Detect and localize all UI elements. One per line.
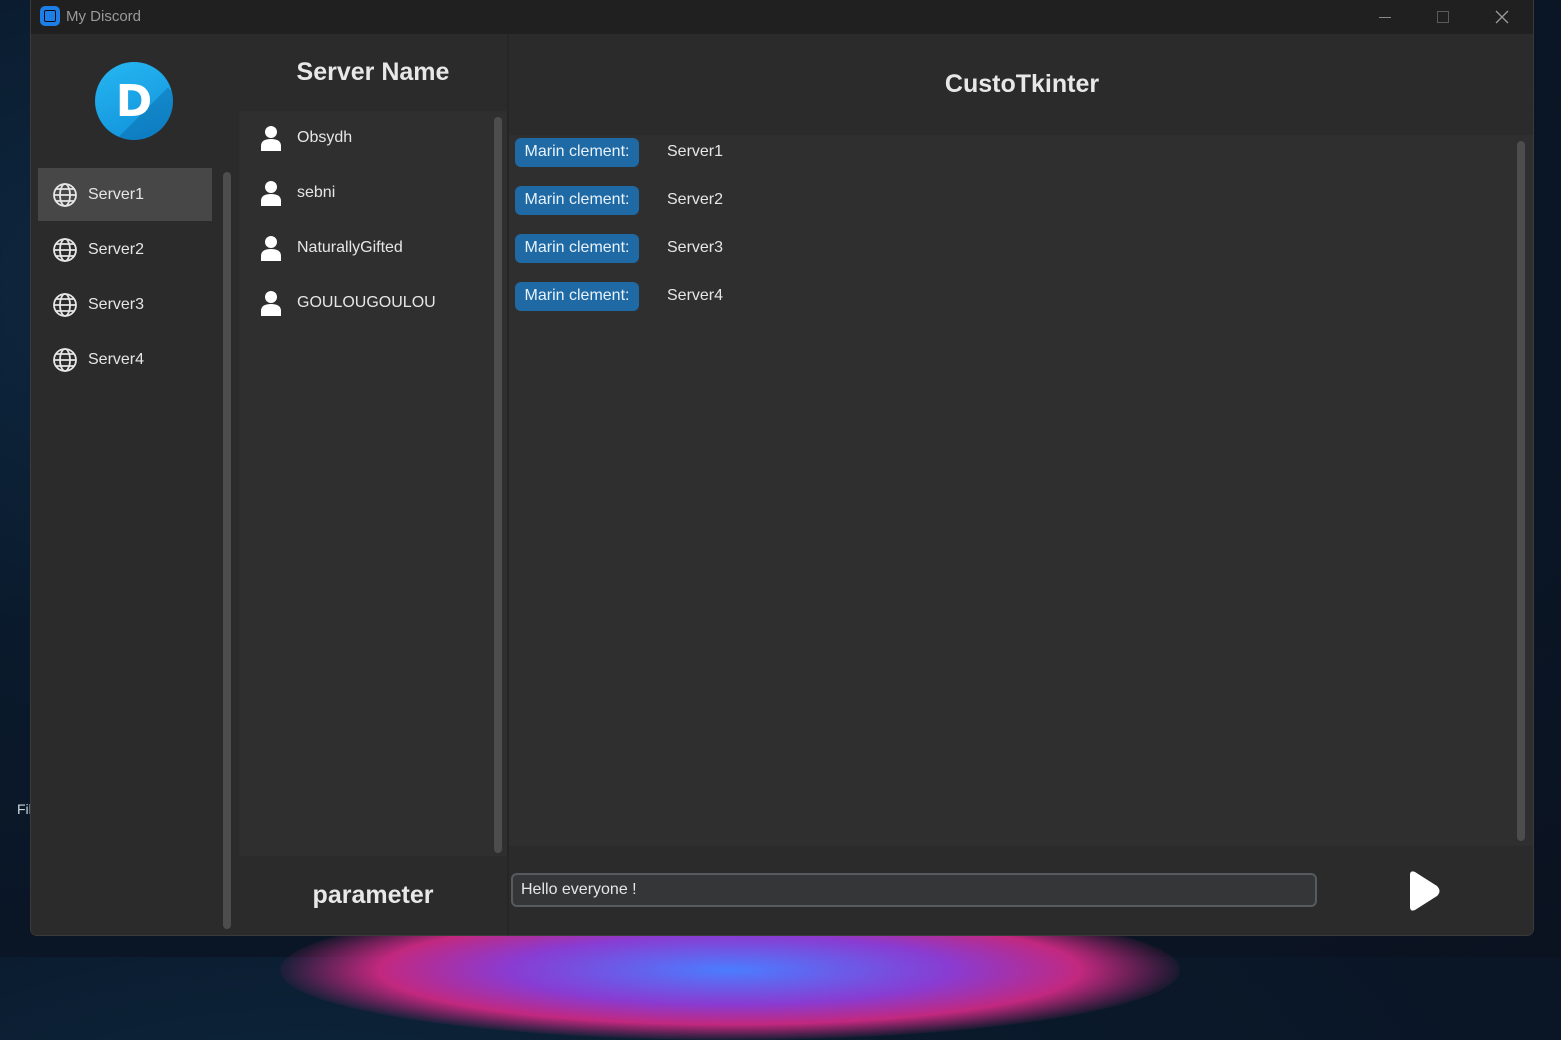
message-author-button[interactable]: Marin clement: (515, 137, 639, 167)
message-text: Server3 (667, 239, 724, 256)
logo-letter: D (115, 75, 153, 127)
user-icon (261, 126, 281, 151)
message-row: Marin clement: Server3 (515, 233, 723, 263)
message-row: Marin clement: Server2 (515, 185, 723, 215)
minimize-icon (1379, 16, 1391, 18)
title-bar: My Discord (31, 0, 1533, 34)
member-label: sebni (297, 184, 336, 201)
server-name-title: Server Name (296, 57, 450, 86)
window-title: My Discord (66, 8, 142, 25)
message-input[interactable] (511, 873, 1317, 907)
sidebar-item-server2[interactable]: Server2 (38, 223, 212, 276)
discord-d-logo: D (95, 62, 173, 140)
member-item-naturallygifted[interactable]: NaturallyGifted (259, 228, 403, 268)
sidebar-item-label: Server2 (88, 240, 145, 258)
app-window: My Discord D Server1 Server2 Server3 Ser… (31, 0, 1533, 935)
members-scrollbar[interactable] (494, 117, 502, 853)
send-play-icon (1410, 871, 1440, 911)
member-label: Obsydh (297, 129, 353, 146)
members-list: Obsydh sebni NaturallyGifted GOULOUGOULO… (239, 111, 507, 856)
globe-icon (53, 292, 77, 317)
user-icon (261, 181, 281, 206)
sidebar-item-server3[interactable]: Server3 (38, 278, 212, 331)
server-sidebar: D Server1 Server2 Server3 Server4 (31, 34, 239, 935)
globe-icon (53, 237, 77, 262)
chat-panel: CustoTkinter Marin clement: Server1 Mari… (507, 34, 1533, 935)
parameter-area: parameter (239, 856, 507, 935)
member-label: GOULOUGOULOU (297, 294, 436, 311)
sidebar-item-server1[interactable]: Server1 (38, 168, 212, 221)
member-item-goulougoulou[interactable]: GOULOUGOULOU (259, 283, 436, 323)
globe-icon (53, 347, 77, 372)
sidebar-scrollbar[interactable] (223, 172, 231, 929)
message-row: Marin clement: Server4 (515, 281, 723, 311)
chat-title: CustoTkinter (944, 69, 1100, 98)
sidebar-item-label: Server1 (88, 185, 145, 203)
message-text: Server4 (667, 287, 724, 304)
parameter-button[interactable]: parameter (313, 881, 434, 910)
send-button[interactable] (1402, 869, 1442, 913)
sidebar-item-label: Server4 (88, 350, 145, 368)
app-icon (40, 6, 60, 26)
maximize-button[interactable] (1414, 0, 1472, 34)
globe-icon (53, 182, 77, 207)
chat-messages: Marin clement: Server1 Marin clement: Se… (509, 135, 1533, 846)
chat-scrollbar[interactable] (1517, 141, 1525, 841)
maximize-icon (1437, 11, 1449, 23)
member-label: NaturallyGifted (297, 239, 403, 256)
close-button[interactable] (1473, 0, 1531, 34)
user-icon (261, 291, 281, 316)
members-panel: Server Name Obsydh sebni NaturallyGifted… (239, 34, 507, 935)
member-item-obsydh[interactable]: Obsydh (259, 118, 352, 158)
message-author-button[interactable]: Marin clement: (515, 233, 639, 263)
member-item-sebni[interactable]: sebni (259, 173, 335, 213)
desktop-partial-text: Fil (17, 801, 32, 817)
message-author-button[interactable]: Marin clement: (515, 281, 639, 311)
user-icon (261, 236, 281, 261)
message-row: Marin clement: Server1 (515, 137, 723, 167)
message-text: Server2 (667, 191, 724, 208)
close-icon (1495, 10, 1509, 24)
message-text: Server1 (667, 143, 724, 160)
minimize-button[interactable] (1356, 0, 1414, 34)
sidebar-item-server4[interactable]: Server4 (38, 333, 212, 386)
sidebar-item-label: Server3 (88, 295, 145, 313)
message-author-button[interactable]: Marin clement: (515, 185, 639, 215)
